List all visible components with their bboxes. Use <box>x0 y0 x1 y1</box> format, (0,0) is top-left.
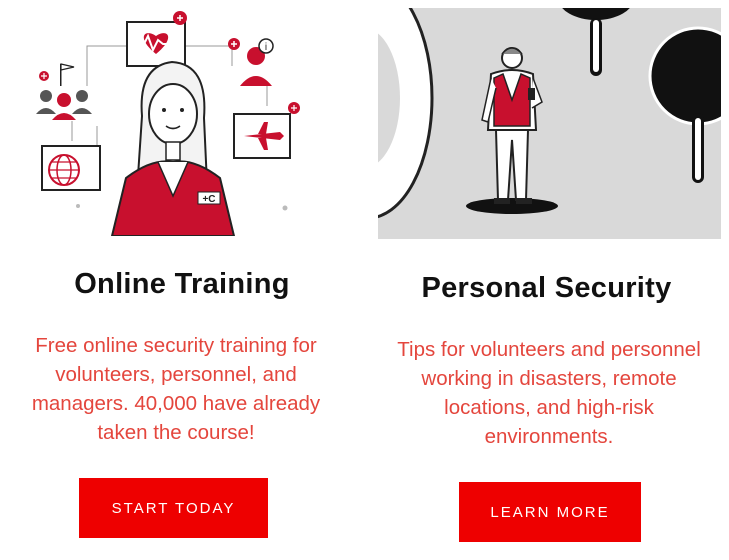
personal-security-description: Tips for volunteers and personnel workin… <box>397 338 701 448</box>
volunteer-figure-icon <box>481 47 543 204</box>
learn-more-button[interactable]: LEARN MORE <box>459 482 641 542</box>
airplane-icon <box>233 102 300 159</box>
online-training-title: Online Training <box>74 268 290 300</box>
trainer-figure-icon: +C <box>110 60 236 236</box>
spotlight-icon <box>378 8 721 219</box>
personal-security-title: Personal Security <box>421 272 672 304</box>
svg-text:i: i <box>265 42 267 53</box>
info-icon: i <box>228 38 274 86</box>
personal-security-card: Personal Security Tips for volunteers an… <box>364 0 729 560</box>
online-training-illustration: i +C <box>32 6 302 236</box>
globe-icon <box>41 145 101 191</box>
personal-security-illustration <box>378 8 721 239</box>
online-training-description: Free online security training for volunt… <box>31 334 321 444</box>
online-training-card: i +C Online Training Free online securit… <box>0 0 364 560</box>
start-today-button[interactable]: START TODAY <box>79 478 268 538</box>
team-icon <box>36 63 92 120</box>
svg-text:+C: +C <box>202 194 215 205</box>
heart-monitor-icon <box>126 11 187 67</box>
